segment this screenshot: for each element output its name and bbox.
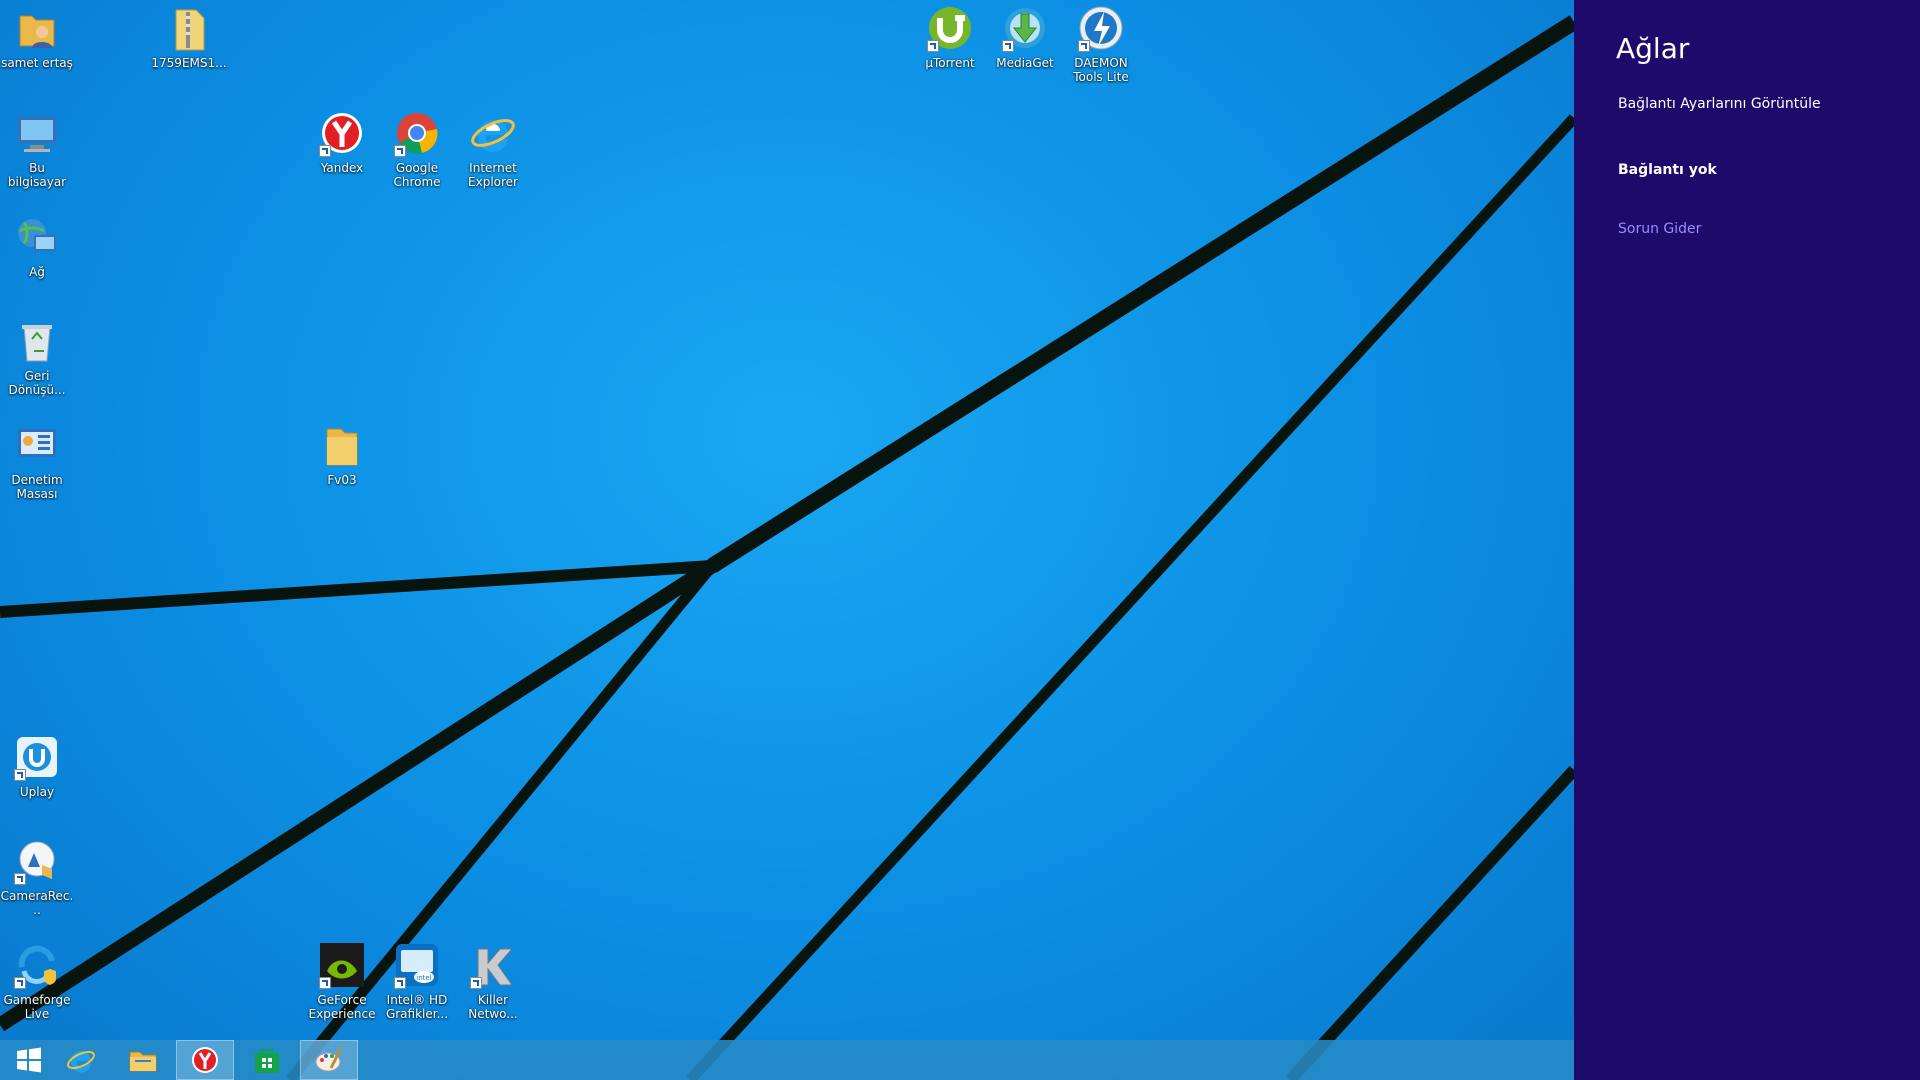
taskbar-yandex[interactable] xyxy=(176,1040,234,1080)
taskbar-file-explorer[interactable] xyxy=(114,1040,172,1080)
desktop-icon-daemon[interactable]: DAEMON Tools Lite xyxy=(1063,4,1139,84)
intel-hd-icon: intel xyxy=(392,941,442,991)
desktop-icon-label: Geri Dönüşü... xyxy=(8,369,66,397)
shortcut-arrow-icon xyxy=(1002,40,1014,52)
desktop-icon-chrome[interactable]: Google Chrome xyxy=(379,109,455,189)
recycle-bin-icon xyxy=(12,317,62,367)
camera-rec-icon xyxy=(12,837,62,887)
killer-network-icon xyxy=(468,941,518,991)
taskbar xyxy=(0,1040,1574,1080)
desktop-icon-label: Killer Netwo... xyxy=(468,993,518,1021)
internet-explorer-icon xyxy=(67,1050,95,1073)
network-icon xyxy=(12,213,62,263)
shortcut-arrow-icon xyxy=(14,769,26,781)
yandex-icon xyxy=(192,1047,218,1073)
desktop-icon-gameforge[interactable]: Gameforge Live xyxy=(0,941,75,1021)
desktop-icon-label: MediaGet xyxy=(996,56,1054,70)
desktop-icon-label: Ağ xyxy=(29,265,45,279)
view-connection-settings-link[interactable]: Bağlantı Ayarlarını Görüntüle xyxy=(1618,96,1821,112)
shortcut-arrow-icon xyxy=(14,873,26,885)
shortcut-arrow-icon xyxy=(927,40,939,52)
desktop-icon-label: Bu bilgisayar xyxy=(7,161,67,189)
desktop-icon-mediaget[interactable]: MediaGet xyxy=(987,4,1063,70)
chrome-icon xyxy=(392,109,442,159)
desktop-icon-label: Denetim Masası xyxy=(11,473,63,501)
yandex-icon xyxy=(317,109,367,159)
desktop-icon-label: Yandex xyxy=(320,161,364,175)
desktop-icon-label: samet ertaş xyxy=(1,56,73,70)
zip-folder-icon xyxy=(164,4,214,54)
desktop-icon-label: Google Chrome xyxy=(393,161,441,189)
desktop-icon-denetim-masasi[interactable]: Denetim Masası xyxy=(0,421,75,501)
windows-start-icon xyxy=(17,1047,41,1073)
shortcut-arrow-icon xyxy=(319,145,331,157)
internet-explorer-icon xyxy=(468,109,518,159)
taskbar-internet-explorer[interactable] xyxy=(52,1040,110,1080)
desktop-icon-label: 1759EMS1... xyxy=(151,56,227,70)
desktop-icon-bu-bilgisayar[interactable]: Bu bilgisayar xyxy=(0,109,75,189)
desktop-icon-ag[interactable]: Ağ xyxy=(0,213,75,279)
shortcut-arrow-icon xyxy=(394,977,406,989)
shortcut-arrow-icon xyxy=(394,145,406,157)
desktop-icon-geri-donusum[interactable]: Geri Dönüşü... xyxy=(0,317,75,397)
paint-icon xyxy=(315,1047,343,1072)
computer-icon xyxy=(12,109,62,159)
taskbar-store[interactable] xyxy=(238,1040,296,1080)
connection-status: Bağlantı yok xyxy=(1618,162,1717,178)
charm-title: Ağlar xyxy=(1616,32,1690,65)
desktop-icon-camerarec[interactable]: CameraRec... xyxy=(0,837,75,917)
desktop-icon-uplay[interactable]: Uplay xyxy=(0,733,75,799)
daemon-tools-icon xyxy=(1076,4,1126,54)
desktop-icon-label: Gameforge Live xyxy=(3,993,71,1021)
shortcut-arrow-icon xyxy=(1078,40,1090,52)
desktop-icon-label: CameraRec... xyxy=(0,889,74,917)
desktop-icon-label: µTorrent xyxy=(925,56,975,70)
control-panel-icon xyxy=(12,421,62,471)
shortcut-arrow-icon xyxy=(319,977,331,989)
desktop-icon-fv03[interactable]: Fv03 xyxy=(304,421,380,487)
start-button[interactable] xyxy=(0,1040,58,1080)
desktop-icon-label: Internet Explorer xyxy=(468,161,518,189)
utorrent-icon xyxy=(925,4,975,54)
folder-icon xyxy=(317,421,367,471)
mediaget-icon xyxy=(1000,4,1050,54)
troubleshoot-link[interactable]: Sorun Gider xyxy=(1618,221,1701,237)
geforce-icon xyxy=(317,941,367,991)
desktop-icon-label: Fv03 xyxy=(327,473,357,487)
desktop: samet ertaş Bu bilgisayar Ağ Geri Dönüşü… xyxy=(0,0,1574,1080)
taskbar-paint[interactable] xyxy=(300,1040,358,1080)
desktop-icon-intel-hd[interactable]: intel Intel® HD Grafikler... xyxy=(379,941,455,1021)
desktop-icon-utorrent[interactable]: µTorrent xyxy=(912,4,988,70)
desktop-icon-killer[interactable]: Killer Netwo... xyxy=(455,941,531,1021)
desktop-icon-internet-explorer[interactable]: Internet Explorer xyxy=(455,109,531,189)
desktop-icon-yandex[interactable]: Yandex xyxy=(304,109,380,175)
desktop-icon-label: Intel® HD Grafikler... xyxy=(385,993,449,1021)
store-icon xyxy=(255,1049,279,1073)
desktop-icon-label: Uplay xyxy=(19,785,55,799)
shortcut-arrow-icon xyxy=(470,977,482,989)
user-folder-icon xyxy=(12,4,62,54)
networks-charm-panel: Ağlar Bağlantı Ayarlarını Görüntüle Bağl… xyxy=(1574,0,1920,1080)
desktop-icon-samet-ertas[interactable]: samet ertaş xyxy=(0,4,75,70)
desktop-icon-label: GeForce Experience xyxy=(308,993,376,1021)
gameforge-icon xyxy=(12,941,62,991)
uplay-icon xyxy=(12,733,62,783)
shortcut-arrow-icon xyxy=(14,977,26,989)
file-explorer-icon xyxy=(129,1051,157,1072)
desktop-icon-geforce[interactable]: GeForce Experience xyxy=(304,941,380,1021)
desktop-icon-1759ems[interactable]: 1759EMS1... xyxy=(151,4,227,70)
wallpaper xyxy=(0,15,1574,1080)
svg-text:intel: intel xyxy=(416,974,431,982)
desktop-icon-label: DAEMON Tools Lite xyxy=(1073,56,1129,84)
